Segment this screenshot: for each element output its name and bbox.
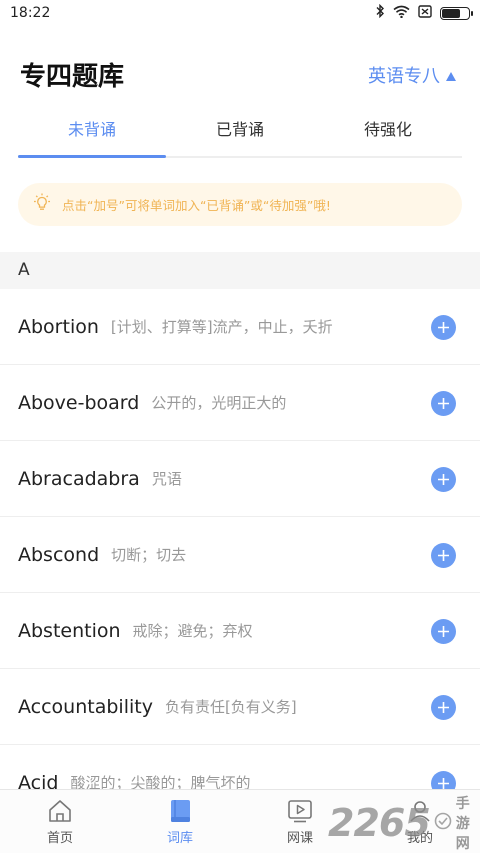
status-icons	[375, 3, 473, 22]
list-item[interactable]: Abracadabra 咒语	[0, 441, 480, 517]
nav-label: 词库	[166, 831, 193, 846]
list-item[interactable]: Abortion [计划、打算等]流产，中止，夭折	[0, 289, 480, 365]
plus-icon	[438, 626, 449, 637]
sim-off-icon	[418, 4, 432, 22]
plus-icon	[438, 702, 449, 713]
word-meaning: 戒除；避免；弃权	[132, 622, 253, 640]
battery-level	[442, 8, 460, 18]
watermark: 2265 手游网	[328, 796, 478, 852]
page-title: 专四题库	[20, 62, 125, 92]
level-select[interactable]: 英语专八	[368, 62, 456, 88]
watermark-logo-icon	[434, 812, 452, 834]
header: 专四题库 英语专八	[0, 50, 480, 100]
list-item[interactable]: Abstention 戒除；避免；弃权	[0, 593, 480, 669]
nav-home[interactable]: 首页	[0, 790, 120, 853]
battery-icon	[440, 6, 473, 20]
word-text: Abortion	[18, 315, 99, 338]
word-meaning: 负有责任[负有义务]	[164, 698, 297, 716]
section-letter-header: A	[0, 252, 480, 289]
list-item[interactable]: Abscond 切断；切去	[0, 517, 480, 593]
plus-icon	[438, 550, 449, 561]
level-select-label: 英语专八	[368, 66, 440, 87]
add-button[interactable]	[431, 391, 456, 416]
word-text: Abstention	[18, 619, 121, 642]
video-play-icon	[288, 800, 312, 823]
add-button[interactable]	[431, 543, 456, 568]
word-text: Abracadabra	[18, 467, 140, 490]
nav-label: 首页	[46, 831, 73, 846]
word-meaning: 酸涩的；尖酸的；脾气坏的	[70, 774, 251, 789]
nav-label: 网课	[286, 831, 313, 846]
status-bar: 18:22	[0, 0, 480, 26]
status-time: 18:22	[10, 5, 51, 21]
watermark-text: 手游网	[455, 796, 470, 852]
word-meaning: 公开的，光明正大的	[151, 394, 287, 412]
plus-icon	[438, 474, 449, 485]
tab-unrecited[interactable]: 未背诵	[18, 108, 166, 158]
add-button[interactable]	[431, 771, 456, 789]
book-icon	[171, 800, 190, 822]
add-button[interactable]	[431, 619, 456, 644]
word-list[interactable]: Abortion [计划、打算等]流产，中止，夭折 Above-board 公开…	[0, 289, 480, 789]
bluetooth-icon	[375, 3, 385, 22]
watermark-number: 2265	[328, 801, 431, 845]
nav-wordbank[interactable]: 词库	[120, 790, 240, 853]
tip-text: 点击“加号”可将单词加入“已背诵”或“待加强”哦!	[62, 198, 331, 213]
word-meaning: [计划、打算等]流产，中止，夭折	[110, 318, 333, 336]
dropdown-triangle-icon	[446, 71, 456, 81]
tip-banner: 点击“加号”可将单词加入“已背诵”或“待加强”哦!	[18, 183, 462, 226]
word-text: Abscond	[18, 543, 100, 566]
lightbulb-icon	[32, 193, 52, 217]
list-item[interactable]: Acid 酸涩的；尖酸的；脾气坏的	[0, 745, 480, 789]
list-item[interactable]: Above-board 公开的，光明正大的	[0, 365, 480, 441]
word-text: Above-board	[18, 391, 140, 414]
word-meaning: 咒语	[151, 470, 182, 488]
wifi-icon	[393, 5, 410, 22]
add-button[interactable]	[431, 315, 456, 340]
tab-to-strengthen[interactable]: 待强化	[314, 108, 462, 156]
add-button[interactable]	[431, 695, 456, 720]
plus-icon	[438, 778, 449, 789]
word-text: Acid	[18, 771, 59, 790]
home-icon	[49, 800, 71, 822]
list-item[interactable]: Accountability 负有责任[负有义务]	[0, 669, 480, 745]
word-meaning: 切断；切去	[111, 546, 187, 564]
plus-icon	[438, 398, 449, 409]
tab-bar: 未背诵 已背诵 待强化	[18, 108, 462, 158]
word-text: Accountability	[18, 695, 153, 718]
plus-icon	[438, 322, 449, 333]
tab-recited[interactable]: 已背诵	[166, 108, 314, 156]
add-button[interactable]	[431, 467, 456, 492]
